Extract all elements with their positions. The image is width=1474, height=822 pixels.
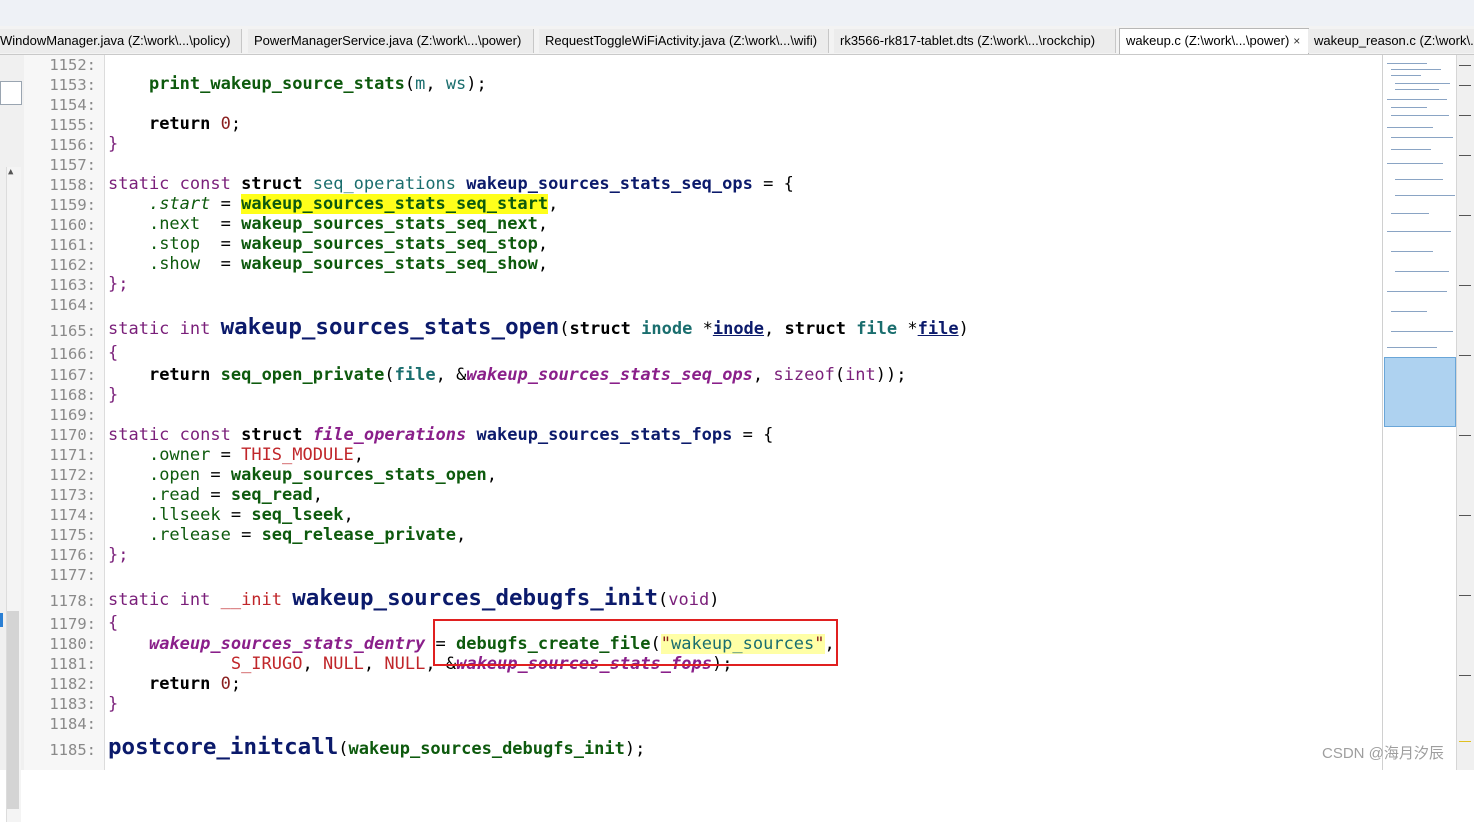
minimap-viewport[interactable] bbox=[1384, 357, 1456, 427]
code-line: print_wakeup_source_stats(m, ws); bbox=[148, 74, 487, 94]
code-line: .llseek = seq_lseek, bbox=[148, 505, 354, 525]
watermark: CSDN @海月汐辰 bbox=[1322, 745, 1444, 762]
line-number: 1167: bbox=[49, 366, 96, 384]
code-line: static const struct file_operations wake… bbox=[108, 425, 774, 445]
tab-label: PowerManagerService.java (Z:\work\...\po… bbox=[254, 33, 522, 48]
line-number: 1185: bbox=[49, 741, 96, 759]
toolbar-strip bbox=[0, 0, 1474, 27]
line-number: 1183: bbox=[49, 695, 96, 713]
line-number: 1176: bbox=[49, 546, 96, 564]
code-line: { bbox=[108, 343, 119, 363]
scrollbar-thumb[interactable] bbox=[7, 611, 19, 809]
line-number: 1152: bbox=[49, 56, 96, 74]
minimap[interactable] bbox=[1382, 55, 1457, 770]
code-line: .show = wakeup_sources_stats_seq_show, bbox=[148, 254, 549, 274]
line-number: 1180: bbox=[49, 635, 96, 653]
scroll-up-icon[interactable]: ▲ bbox=[8, 167, 13, 177]
code-line: } bbox=[108, 385, 119, 405]
tab-requesttogglewifiactivity[interactable]: RequestToggleWiFiActivity.java (Z:\work\… bbox=[539, 29, 829, 53]
code-line: .release = seq_release_private, bbox=[148, 525, 467, 545]
left-panel: ▲ bbox=[0, 55, 25, 822]
code-line: return 0; bbox=[148, 114, 242, 134]
line-number: 1174: bbox=[49, 506, 96, 524]
line-number: 1159: bbox=[49, 196, 96, 214]
right-scrollbar[interactable] bbox=[1456, 55, 1474, 770]
tab-windowmanager[interactable]: WindowManager.java (Z:\work\...\policy) bbox=[0, 29, 242, 53]
line-number: 1161: bbox=[49, 236, 96, 254]
code-line: } bbox=[108, 134, 119, 154]
line-number: 1184: bbox=[49, 715, 96, 733]
highlighted-symbol: wakeup_sources_stats_seq_start bbox=[241, 194, 549, 214]
code-line: .open = wakeup_sources_stats_open, bbox=[148, 465, 497, 485]
code-line: .owner = THIS_MODULE, bbox=[148, 445, 364, 465]
tab-label: WindowManager.java (Z:\work\...\policy) bbox=[0, 33, 231, 48]
line-number: 1171: bbox=[49, 446, 96, 464]
tab-label: rk3566-rk817-tablet.dts (Z:\work\...\roc… bbox=[840, 33, 1096, 48]
line-number: 1162: bbox=[49, 256, 96, 274]
panel-marker bbox=[0, 613, 3, 627]
annotation-box bbox=[433, 619, 838, 666]
code-line: .next = wakeup_sources_stats_seq_next, bbox=[148, 214, 549, 234]
tab-label: wakeup.c (Z:\work\...\power) bbox=[1126, 33, 1290, 48]
tab-label: RequestToggleWiFiActivity.java (Z:\work\… bbox=[545, 33, 818, 48]
code-token: print_wakeup_source_stats bbox=[148, 74, 405, 94]
code-line: static const struct seq_operations wakeu… bbox=[108, 174, 794, 194]
line-number: 1157: bbox=[49, 156, 96, 174]
line-number: 1170: bbox=[49, 426, 96, 444]
line-number: 1169: bbox=[49, 406, 96, 424]
code-line: return 0; bbox=[148, 674, 242, 694]
line-number: 1173: bbox=[49, 486, 96, 504]
tab-rk3566-dts[interactable]: rk3566-rk817-tablet.dts (Z:\work\...\roc… bbox=[834, 29, 1116, 53]
code-line: .read = seq_read, bbox=[148, 485, 323, 505]
line-number: 1178: bbox=[49, 592, 96, 610]
code-line: }; bbox=[108, 545, 129, 565]
line-number: 1160: bbox=[49, 216, 96, 234]
line-number: 1179: bbox=[49, 615, 96, 633]
code-line: static int __init wakeup_sources_debugfs… bbox=[108, 585, 720, 611]
line-number: 1163: bbox=[49, 276, 96, 294]
line-number: 1177: bbox=[49, 566, 96, 584]
code-line: } bbox=[108, 694, 119, 714]
line-number: 1181: bbox=[49, 655, 96, 673]
line-number: 1155: bbox=[49, 116, 96, 134]
line-number: 1154: bbox=[49, 96, 96, 114]
tab-label: wakeup_reason.c (Z:\work\...\power) bbox=[1314, 33, 1474, 48]
close-icon[interactable]: × bbox=[1293, 34, 1300, 48]
code-line: .start = wakeup_sources_stats_seq_start, bbox=[148, 194, 559, 214]
tab-wakeup-reason-c[interactable]: wakeup_reason.c (Z:\work\...\power) bbox=[1308, 29, 1474, 53]
line-number: 1172: bbox=[49, 466, 96, 484]
tab-wakeup-c[interactable]: wakeup.c (Z:\work\...\power) × bbox=[1119, 28, 1309, 54]
code-line: }; bbox=[108, 274, 129, 294]
line-number: 1164: bbox=[49, 296, 96, 314]
tab-powermanagerservice[interactable]: PowerManagerService.java (Z:\work\...\po… bbox=[248, 29, 534, 53]
line-number: 1175: bbox=[49, 526, 96, 544]
code-line: static int wakeup_sources_stats_open(str… bbox=[108, 314, 969, 340]
code-line: postcore_initcall(wakeup_sources_debugfs… bbox=[108, 734, 646, 760]
line-number: 1182: bbox=[49, 675, 96, 693]
line-number: 1168: bbox=[49, 386, 96, 404]
line-number: 1166: bbox=[49, 345, 96, 363]
panel-input[interactable] bbox=[0, 81, 22, 105]
code-line: .stop = wakeup_sources_stats_seq_stop, bbox=[148, 234, 549, 254]
file-tab-bar: WindowManager.java (Z:\work\...\policy) … bbox=[0, 26, 1474, 55]
line-number: 1153: bbox=[49, 76, 96, 94]
code-line: return seq_open_private(file, &wakeup_so… bbox=[148, 365, 907, 385]
line-number: 1158: bbox=[49, 176, 96, 194]
line-number: 1156: bbox=[49, 136, 96, 154]
code-line: { bbox=[108, 613, 119, 633]
line-number: 1165: bbox=[49, 322, 96, 340]
